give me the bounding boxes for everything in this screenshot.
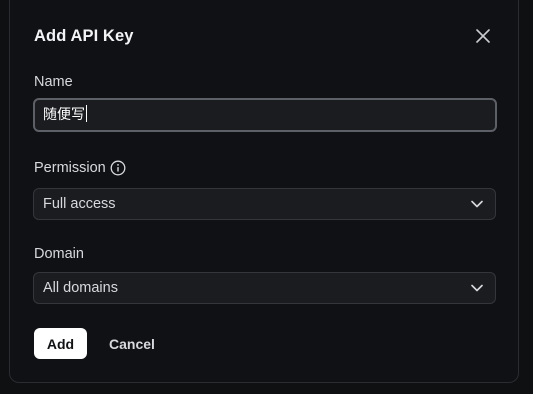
name-input[interactable]: 随便写 — [33, 98, 497, 132]
cancel-button[interactable]: Cancel — [98, 328, 166, 359]
domain-label: Domain — [34, 246, 84, 262]
permission-label: Permission — [34, 160, 106, 176]
chevron-down-icon — [471, 284, 483, 292]
add-api-key-dialog: Add API Key Name 随便写 Permission Full acc… — [9, 0, 519, 383]
name-input-value: 随便写 — [43, 107, 85, 123]
dialog-title: Add API Key — [34, 27, 134, 45]
name-label: Name — [34, 74, 73, 90]
close-icon — [476, 29, 490, 43]
text-caret — [86, 105, 87, 122]
chevron-down-icon — [471, 200, 483, 208]
close-button[interactable] — [472, 25, 494, 47]
permission-select-value: Full access — [43, 196, 116, 212]
domain-select-value: All domains — [43, 280, 118, 296]
domain-select[interactable]: All domains — [33, 272, 496, 304]
info-icon[interactable] — [110, 160, 126, 176]
add-button[interactable]: Add — [34, 328, 87, 359]
permission-select[interactable]: Full access — [33, 188, 496, 220]
